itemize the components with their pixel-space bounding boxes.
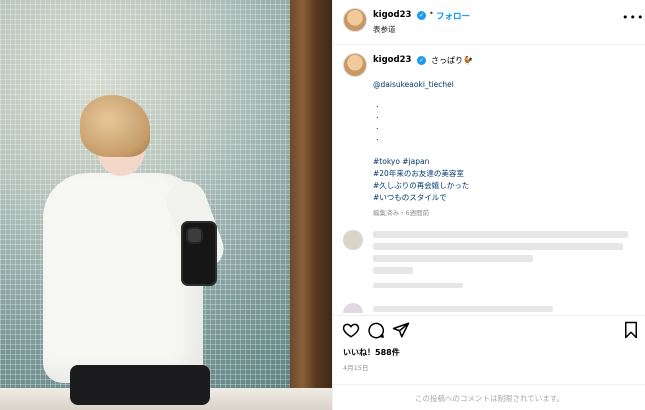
- username[interactable]: kigod23: [373, 10, 411, 20]
- more-options-icon[interactable]: •••: [622, 11, 644, 24]
- heart-icon[interactable]: [342, 321, 360, 339]
- share-icon[interactable]: [392, 321, 410, 339]
- dark-pants: [70, 365, 210, 405]
- comments-disabled-notice: この投稿へのコメントは制限されています。: [333, 384, 645, 410]
- wood-panel: [290, 0, 332, 410]
- separator-dot: •: [429, 9, 434, 18]
- hashtag-list: #tokyo #japan #20年来のお友達の美容室 #久しぶりの再会嬉しかっ…: [373, 156, 469, 204]
- post-header: kigod23 ✓ • フォロー 表参道 •••: [333, 0, 645, 45]
- blurred-comment: [373, 306, 553, 312]
- blurred-comment: [373, 255, 533, 262]
- hashtag-line[interactable]: #いつものスタイルで: [373, 192, 469, 204]
- blurred-comment: [373, 243, 623, 250]
- location-link[interactable]: 表参道: [373, 24, 396, 35]
- follow-button[interactable]: フォロー: [436, 10, 470, 22]
- smartphone: [181, 221, 217, 286]
- comment-avatar[interactable]: [343, 230, 363, 250]
- post-photo[interactable]: [0, 0, 332, 410]
- blurred-comment: [373, 267, 413, 274]
- blurred-comment: [373, 231, 628, 238]
- post-date: 4月15日: [343, 364, 369, 372]
- bookmark-icon[interactable]: [622, 321, 640, 339]
- caption-area: kigod23 ✓ さっぱり🐓 @daisukeaoki_tiechel . .…: [333, 45, 645, 315]
- verified-badge-icon: ✓: [417, 11, 426, 20]
- blonde-hair: [80, 95, 150, 157]
- comment-icon[interactable]: [367, 321, 385, 339]
- mention-link[interactable]: @daisukeaoki_tiechel: [373, 80, 454, 89]
- hashtag-line[interactable]: #tokyo #japan: [373, 156, 469, 168]
- blurred-comment-meta: [373, 283, 463, 288]
- verified-badge-icon: ✓: [417, 56, 426, 65]
- avatar[interactable]: [343, 8, 367, 32]
- caption-text: さっぱり🐓: [431, 56, 473, 65]
- hashtag-line[interactable]: #20年来のお友達の美容室: [373, 168, 469, 180]
- caption-dots: . . . .: [376, 100, 379, 142]
- action-bar: いいね！588件 4月15日 この投稿へのコメントは制限されています。: [333, 315, 645, 410]
- like-count[interactable]: いいね！588件: [343, 347, 400, 358]
- edited-timestamp: 編集済み・6週間前: [373, 209, 430, 217]
- person-figure: [35, 95, 235, 405]
- caption-avatar[interactable]: [343, 53, 367, 77]
- post-side-panel: kigod23 ✓ • フォロー 表参道 ••• kigod23 ✓ さっぱり🐓…: [332, 0, 645, 410]
- comment-avatar[interactable]: [343, 303, 363, 313]
- hashtag-line[interactable]: #久しぶりの再会嬉しかった: [373, 180, 469, 192]
- caption-username[interactable]: kigod23: [373, 55, 411, 65]
